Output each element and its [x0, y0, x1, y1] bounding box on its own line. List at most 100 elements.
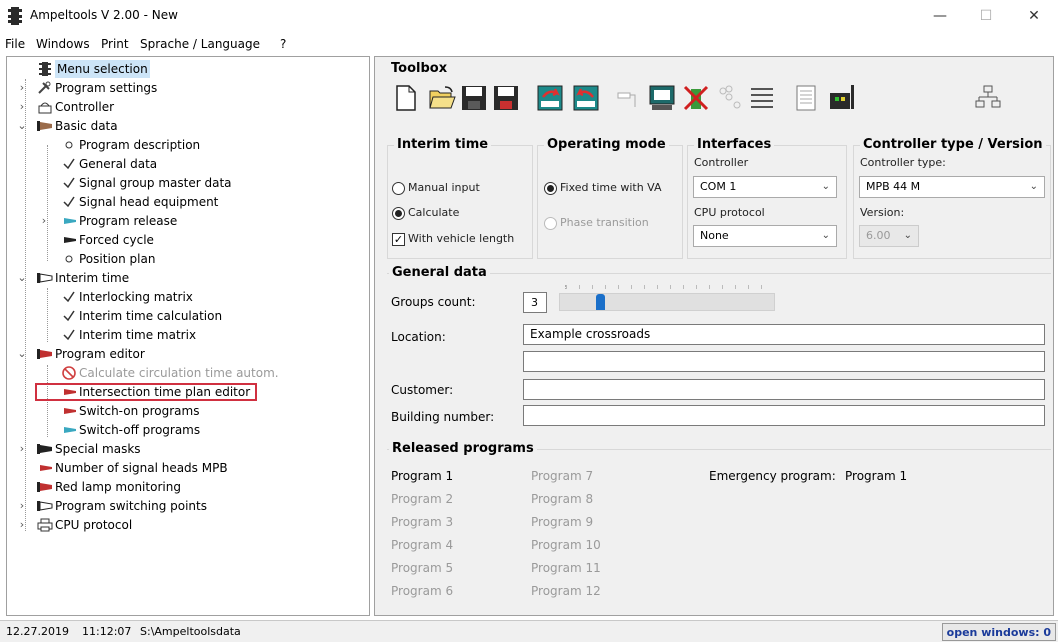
hand-pointer-icon — [37, 273, 53, 283]
groups-count-slider[interactable] — [559, 293, 775, 311]
cpu-protocol-select[interactable]: None ⌄ — [693, 225, 837, 247]
tree-label: Number of signal heads MPB — [55, 461, 228, 475]
open-folder-icon[interactable] — [427, 83, 457, 113]
version-select[interactable]: 6.00 ⌄ — [859, 225, 919, 247]
tree-label: Program switching points — [55, 499, 207, 513]
tree-item-basic-data[interactable]: ⌄ Basic data — [7, 117, 207, 135]
tree-item-program-switching-points[interactable]: › Program switching points — [7, 497, 307, 515]
program-4[interactable]: Program 4 — [391, 538, 453, 552]
program-11[interactable]: Program 11 — [531, 561, 601, 575]
program-3[interactable]: Program 3 — [391, 515, 453, 529]
chevron-down-icon[interactable]: ⌄ — [16, 345, 28, 363]
hand-pointer-icon — [64, 408, 76, 414]
tree-item-switch-off-programs[interactable]: Switch-off programs — [7, 421, 307, 439]
chevron-right-icon[interactable]: › — [16, 98, 28, 116]
controller-port-select[interactable]: COM 1 ⌄ — [693, 176, 837, 198]
tree-item-interlocking-matrix[interactable]: Interlocking matrix — [7, 288, 307, 306]
menu-print[interactable]: Print — [101, 37, 129, 51]
hand-pointer-icon — [37, 482, 52, 492]
tree-item-special-masks[interactable]: › Special masks — [7, 440, 207, 458]
program-2[interactable]: Program 2 — [391, 492, 453, 506]
location-field[interactable]: Example crossroads — [523, 324, 1045, 345]
controller-device-icon[interactable] — [827, 83, 857, 113]
manual-input-radio[interactable] — [392, 182, 405, 195]
chevron-down-icon[interactable]: ⌄ — [16, 269, 28, 287]
location-label: Location: — [391, 330, 446, 344]
export-icon[interactable] — [535, 83, 565, 113]
prohibited-icon — [62, 366, 76, 380]
groups-count-field[interactable]: 3 — [523, 292, 547, 313]
status-time: 11:12:07 — [82, 625, 132, 638]
network-icon[interactable] — [973, 83, 1003, 113]
monitor-icon[interactable] — [647, 83, 677, 113]
chevron-right-icon[interactable]: › — [16, 440, 28, 458]
checkmark-icon — [63, 177, 75, 189]
phase-transition-radio[interactable] — [544, 217, 557, 230]
tree-item-cpu-protocol[interactable]: › CPU protocol — [7, 516, 207, 534]
manual-input-label: Manual input — [408, 181, 480, 194]
menu-windows[interactable]: Windows — [36, 37, 90, 51]
program-6[interactable]: Program 6 — [391, 584, 453, 598]
program-12[interactable]: Program 12 — [531, 584, 601, 598]
tree-item-switch-on-programs[interactable]: Switch-on programs — [7, 402, 307, 420]
minimize-button[interactable]: — — [920, 4, 960, 28]
tree-item-intersection-time-plan-editor[interactable]: Intersection time plan editor — [7, 383, 307, 401]
fixed-time-radio[interactable] — [544, 182, 557, 195]
tree-item-controller[interactable]: › Controller — [7, 98, 207, 116]
customer-field[interactable] — [523, 379, 1045, 400]
program-7[interactable]: Program 7 — [531, 469, 593, 483]
chevron-right-icon[interactable]: › — [16, 497, 28, 515]
vehicle-length-checkbox[interactable]: ✓ — [392, 233, 405, 246]
tree-item-position-plan[interactable]: Position plan — [7, 250, 307, 268]
list-icon[interactable] — [747, 83, 777, 113]
tree-item-calculate-circulation-time[interactable]: Calculate circulation time autom. — [7, 364, 347, 382]
connector-icon[interactable] — [615, 83, 645, 113]
close-button[interactable]: ✕ — [1014, 4, 1054, 28]
import-icon[interactable] — [571, 83, 601, 113]
new-file-icon[interactable] — [391, 83, 421, 113]
program-9[interactable]: Program 9 — [531, 515, 593, 529]
cancel-device-icon[interactable] — [681, 83, 711, 113]
document-icon[interactable] — [791, 83, 821, 113]
controller-type-select[interactable]: MPB 44 M ⌄ — [859, 176, 1045, 198]
tree-item-signal-head-equipment[interactable]: Signal head equipment — [7, 193, 307, 211]
calculate-radio[interactable] — [392, 207, 405, 220]
program-1[interactable]: Program 1 — [391, 469, 453, 483]
save-icon[interactable] — [459, 83, 489, 113]
open-windows-indicator[interactable]: open windows: 0 — [941, 623, 1056, 641]
maximize-button[interactable]: ☐ — [966, 4, 1006, 28]
tree-item-forced-cycle[interactable]: Forced cycle — [7, 231, 307, 249]
version-value: 6.00 — [866, 229, 891, 242]
tree-item-program-description[interactable]: Program description — [7, 136, 307, 154]
tree-item-program-release[interactable]: › Program release — [7, 212, 307, 230]
chevron-right-icon[interactable]: › — [16, 79, 28, 97]
tree-item-program-settings[interactable]: › Program settings — [7, 79, 207, 97]
building-number-field[interactable] — [523, 405, 1045, 426]
location-line2-field[interactable] — [523, 351, 1045, 372]
chevron-right-icon[interactable]: › — [38, 212, 50, 230]
chevron-down-icon[interactable]: ⌄ — [16, 117, 28, 135]
tree-item-signal-group-master-data[interactable]: Signal group master data — [7, 174, 307, 192]
menu-file[interactable]: File — [5, 37, 25, 51]
program-5[interactable]: Program 5 — [391, 561, 453, 575]
customer-label: Customer: — [391, 383, 454, 397]
controller-port-value: COM 1 — [700, 180, 737, 193]
tree-item-number-of-signal-heads[interactable]: Number of signal heads MPB — [7, 459, 307, 477]
menu-help[interactable]: ? — [280, 37, 286, 51]
tree-item-interim-time-matrix[interactable]: Interim time matrix — [7, 326, 307, 344]
tree-item-menu-selection[interactable]: Menu selection — [7, 60, 157, 78]
tree-item-program-editor[interactable]: ⌄ Program editor — [7, 345, 207, 363]
tree-item-interim-time-calculation[interactable]: Interim time calculation — [7, 307, 307, 325]
version-label: Version: — [860, 206, 905, 219]
program-8[interactable]: Program 8 — [531, 492, 593, 506]
program-10[interactable]: Program 10 — [531, 538, 601, 552]
save-as-icon[interactable] — [491, 83, 521, 113]
chevron-right-icon[interactable]: › — [16, 516, 28, 534]
tree-item-general-data[interactable]: General data — [7, 155, 307, 173]
tree-label: Signal group master data — [79, 176, 232, 190]
tree-item-interim-time[interactable]: ⌄ Interim time — [7, 269, 207, 287]
dots-icon[interactable] — [715, 83, 745, 113]
slider-thumb[interactable] — [596, 294, 605, 310]
tree-item-red-lamp-monitoring[interactable]: Red lamp monitoring — [7, 478, 307, 496]
menu-language[interactable]: Sprache / Language — [140, 37, 260, 51]
